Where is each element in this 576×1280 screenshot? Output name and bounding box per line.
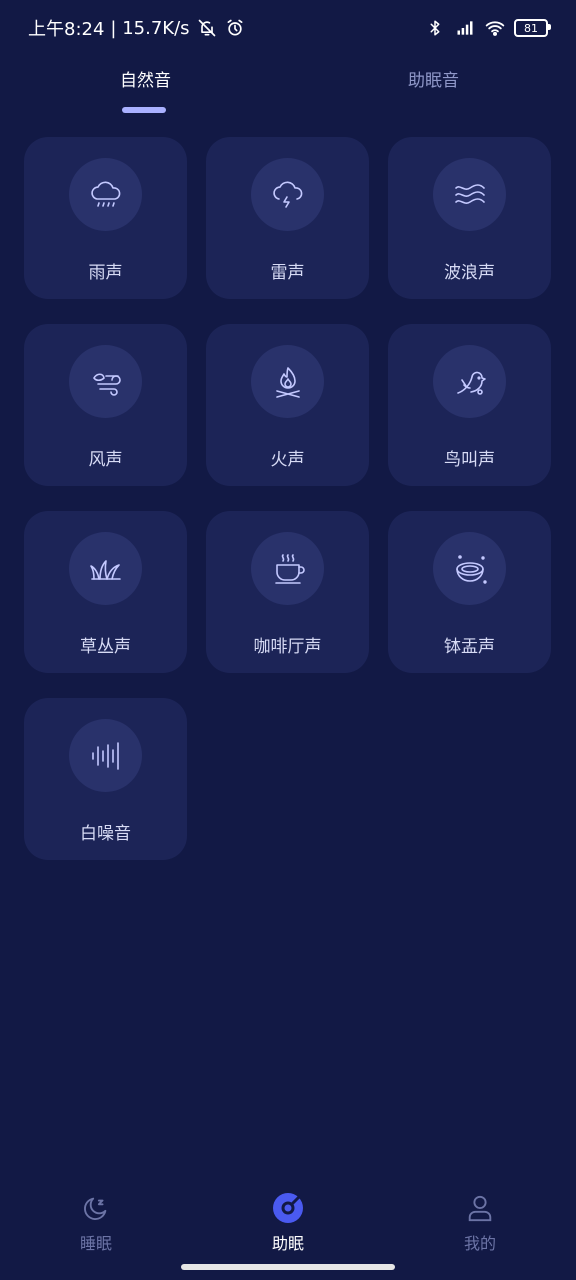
icon-circle xyxy=(69,532,142,605)
tab-indicator xyxy=(122,107,166,113)
sound-card-rain[interactable]: 雨声 xyxy=(24,137,187,299)
thunder-cloud-icon xyxy=(272,181,302,208)
sound-card-white-noise[interactable]: 白噪音 xyxy=(24,698,187,860)
icon-circle xyxy=(433,158,506,231)
sound-label: 白噪音 xyxy=(80,824,131,844)
sound-label: 雷声 xyxy=(270,263,305,283)
wind-icon xyxy=(92,372,121,396)
sound-card-fire[interactable]: 火声 xyxy=(206,324,369,486)
bluetooth-icon xyxy=(424,17,446,39)
moon-icon xyxy=(80,1192,112,1224)
sound-label: 火声 xyxy=(270,450,305,470)
campfire-icon xyxy=(275,366,300,398)
sound-card-thunder[interactable]: 雷声 xyxy=(206,137,369,299)
sound-card-birds[interactable]: 鸟叫声 xyxy=(388,324,551,486)
sound-label: 钵盂声 xyxy=(444,637,495,657)
grass-icon xyxy=(89,559,121,580)
person-icon xyxy=(464,1192,496,1224)
waves-icon xyxy=(454,183,485,204)
sound-card-bowl[interactable]: 钵盂声 xyxy=(388,511,551,673)
top-tabs: 自然音 助眠音 xyxy=(0,56,576,120)
status-bar: 上午8:24 | 15.7K/s 81 xyxy=(0,0,576,56)
sound-label: 草丛声 xyxy=(80,637,131,657)
nav-item-sleep-aid[interactable]: 助眠 xyxy=(192,1180,384,1260)
sound-card-waves[interactable]: 波浪声 xyxy=(388,137,551,299)
icon-circle xyxy=(251,532,324,605)
tab-sleep-sounds[interactable]: 助眠音 xyxy=(408,66,459,91)
sound-label: 波浪声 xyxy=(444,263,495,283)
nav-label: 睡眠 xyxy=(79,1234,112,1253)
network-speed: | 15.7K/s xyxy=(110,17,190,39)
sound-label: 雨声 xyxy=(88,263,123,283)
status-time: 上午8:24 xyxy=(28,19,105,40)
sound-card-cafe[interactable]: 咖啡厅声 xyxy=(206,511,369,673)
nav-label: 我的 xyxy=(463,1234,496,1253)
home-indicator[interactable] xyxy=(181,1264,395,1270)
app-screen: 上午8:24 | 15.7K/s 81 自然音 助眠音 雨声 雷声 波浪声 风声… xyxy=(0,0,576,1280)
icon-circle xyxy=(69,719,142,792)
status-left: 上午8:24 | 15.7K/s xyxy=(28,15,246,41)
icon-circle xyxy=(433,532,506,605)
icon-circle xyxy=(251,345,324,418)
sound-label: 咖啡厅声 xyxy=(253,637,322,657)
alarm-icon xyxy=(224,17,246,39)
nav-item-profile[interactable]: 我的 xyxy=(384,1180,576,1260)
sound-card-grass[interactable]: 草丛声 xyxy=(24,511,187,673)
sound-bars-icon xyxy=(91,741,119,770)
signal-icon xyxy=(454,17,476,39)
bird-icon xyxy=(456,371,486,395)
tab-nature-sounds[interactable]: 自然音 xyxy=(120,66,171,91)
bell-off-icon xyxy=(196,17,218,39)
icon-circle xyxy=(69,345,142,418)
sound-label: 鸟叫声 xyxy=(444,450,495,470)
wifi-icon xyxy=(484,17,506,39)
bottom-nav: 睡眠 助眠 我的 xyxy=(0,1180,576,1260)
singing-bowl-icon xyxy=(455,554,487,584)
icon-circle xyxy=(433,345,506,418)
icon-circle xyxy=(251,158,324,231)
rain-cloud-icon xyxy=(90,181,120,207)
disc-icon xyxy=(272,1192,304,1224)
status-right: 81 xyxy=(424,17,551,39)
icon-circle xyxy=(69,158,142,231)
battery-level: 81 xyxy=(524,21,538,35)
sound-card-wind[interactable]: 风声 xyxy=(24,324,187,486)
coffee-cup-icon xyxy=(274,553,305,584)
nav-item-sleep[interactable]: 睡眠 xyxy=(0,1180,192,1260)
battery-icon: 81 xyxy=(514,19,551,37)
sound-label: 风声 xyxy=(88,450,123,470)
nav-label: 助眠 xyxy=(271,1234,304,1253)
sound-grid: 雨声 雷声 波浪声 风声 火声 鸟叫声 草丛声 咖啡厅声 钵盂声 白噪音 xyxy=(24,137,552,860)
